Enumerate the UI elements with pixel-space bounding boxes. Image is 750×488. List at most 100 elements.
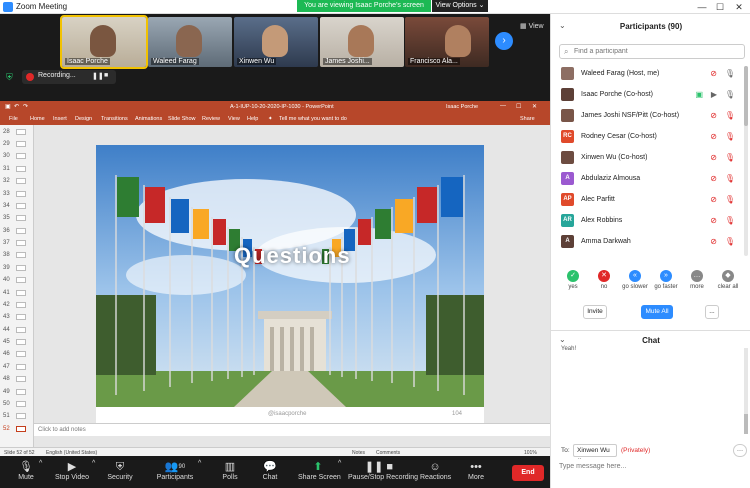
ppt-tab: Design xyxy=(75,116,93,122)
polls-button[interactable]: ▥ Polls xyxy=(218,460,242,486)
participant-name: Alex Robbins xyxy=(581,217,623,224)
participant-row[interactable]: A Abdulaziz Almousa ⊘ 🎙 xyxy=(551,169,743,190)
participant-row[interactable]: Isaac Porche (Co-host) ▣ ▶ 🎙 xyxy=(551,85,743,106)
side-panel: ⌄ Participants (90) ⌕ Waleed Farag (Host… xyxy=(550,14,750,488)
thumbnail: 28 xyxy=(2,128,30,138)
stop-recording-button[interactable]: ■ xyxy=(104,72,108,79)
participant-row[interactable]: James Joshi NSF/Pitt (Co-host) ⊘ 🎙 xyxy=(551,106,743,127)
participant-row[interactable]: Waleed Farag (Host, me) ⊘ 🎙 xyxy=(551,64,743,85)
participant-row[interactable]: RC Rodney Cesar (Co-host) ⊘ 🎙 xyxy=(551,127,743,148)
view-options-button[interactable]: View Options ⌄ xyxy=(432,0,488,12)
ppt-user: Isaac Porche xyxy=(446,104,479,110)
video-tile[interactable]: Waleed Farag xyxy=(148,17,232,67)
invite-button[interactable]: Invite xyxy=(583,305,607,319)
participants-caret-icon[interactable]: ^ xyxy=(198,460,201,486)
thumbnail: 29 xyxy=(2,140,30,150)
thumbnail: 37 xyxy=(2,239,30,249)
participant-search: ⌕ xyxy=(559,44,745,59)
mute-button[interactable]: 🎙 Mute xyxy=(12,460,40,486)
participant-face xyxy=(348,25,374,57)
participant-name: James Joshi NSF/Pitt (Co-host) xyxy=(581,112,680,119)
chat-header: ⌄ Chat xyxy=(551,330,750,346)
video-off-icon: ⊘ xyxy=(710,69,717,78)
security-button[interactable]: ⛨ Security xyxy=(104,460,136,486)
participant-name: Alec Parfitt xyxy=(581,196,615,203)
avatar: A xyxy=(561,235,574,248)
video-tile[interactable]: Isaac Porche xyxy=(60,15,148,69)
tile-name: Isaac Porche xyxy=(65,58,110,65)
maximize-button[interactable]: ☐ xyxy=(712,0,728,14)
reaction-go-slower-button[interactable]: « go slower xyxy=(621,270,649,290)
mute-all-button[interactable]: Mute All xyxy=(641,305,673,319)
thumbnail: 43 xyxy=(2,313,30,323)
participant-search-input[interactable] xyxy=(574,46,742,57)
shield-icon[interactable]: ⛨ xyxy=(6,72,16,82)
participant-row[interactable]: AP Alec Parfitt ⊘ 🎙 xyxy=(551,190,743,211)
video-caret-icon[interactable]: ^ xyxy=(92,460,95,486)
thumbnail: 39 xyxy=(2,264,30,274)
lightbulb-icon: ✦ xyxy=(268,116,273,122)
participant-row[interactable]: AR Alex Robbins ⊘ 🎙 xyxy=(551,211,743,232)
chat-more-button[interactable]: … xyxy=(733,444,747,457)
slide-headline: Questions xyxy=(234,243,351,268)
eraser-icon: ◆ xyxy=(722,270,734,282)
shared-screen-powerpoint[interactable]: ▣ ↶ ↷ A-1-IUP-10-20-2020-IP-1030 - Power… xyxy=(0,101,550,469)
share-caret-icon[interactable]: ^ xyxy=(338,460,341,486)
tile-name: James Joshi... xyxy=(323,58,372,65)
ppt-title-bar: ▣ ↶ ↷ A-1-IUP-10-20-2020-IP-1030 - Power… xyxy=(0,101,550,113)
video-off-icon: ⊘ xyxy=(710,111,717,120)
fast-forward-icon: » xyxy=(660,270,672,282)
reaction-more-button[interactable]: … more xyxy=(683,270,711,290)
participant-row[interactable]: A Amma Darkwah ⊘ 🎙 xyxy=(551,232,743,253)
mute-caret-icon[interactable]: ^ xyxy=(39,460,42,486)
view-button[interactable]: ▦ View xyxy=(520,22,544,30)
video-tile[interactable]: Francisco Ala... xyxy=(405,17,489,67)
thumbnail: 51 xyxy=(2,412,30,422)
recipient-select[interactable]: Xinwen Wu ⌄ xyxy=(573,444,617,462)
pause-stop-icon: ❚❚ ■ xyxy=(364,461,394,473)
mic-muted-icon: 🎙 xyxy=(724,174,735,183)
mic-muted-icon: 🎙 xyxy=(724,111,735,120)
chat-scrollbar[interactable] xyxy=(744,348,748,434)
ppt-tab: Transitions xyxy=(101,116,128,122)
pause-stop-recording-button[interactable]: ❚❚ ■ Pause/Stop Recording xyxy=(348,460,418,486)
chat-button[interactable]: 💬 Chat xyxy=(258,460,282,486)
reaction-go-faster-button[interactable]: » go faster xyxy=(652,270,680,290)
participants-button[interactable]: 👥90 Participants xyxy=(154,460,196,486)
ppt-tab: Home xyxy=(30,116,45,122)
recording-label: Recording... xyxy=(38,72,76,79)
thumbnail: 34 xyxy=(2,202,30,212)
video-tile[interactable]: James Joshi... xyxy=(320,17,404,67)
participant-name: Abdulaziz Almousa xyxy=(581,175,641,182)
close-button[interactable]: ✕ xyxy=(731,0,747,14)
end-meeting-button[interactable]: End xyxy=(512,465,544,481)
thumbnail: 30 xyxy=(2,152,30,162)
participant-name: Rodney Cesar (Co-host) xyxy=(581,133,657,140)
more-options-button[interactable]: ... xyxy=(705,305,719,319)
video-off-icon: ⊘ xyxy=(710,195,717,204)
participants-header: ⌄ Participants (90) xyxy=(551,14,750,38)
participant-scrollbar[interactable] xyxy=(744,66,748,256)
pause-recording-button[interactable]: ❚❚ xyxy=(92,72,104,80)
participants-title: Participants (90) xyxy=(619,22,683,31)
participant-row[interactable]: Xinwen Wu (Co-host) ⊘ 🎙 xyxy=(551,148,743,169)
tile-name: Francisco Ala... xyxy=(408,58,460,65)
stop-video-button[interactable]: ▶ Stop Video xyxy=(52,460,92,486)
thumbnail: 41 xyxy=(2,289,30,299)
minimize-button[interactable]: — xyxy=(694,0,710,14)
screen-share-icon: ▣ xyxy=(695,90,703,99)
meeting-toolbar: 🎙 Mute ^ ▶ Stop Video ^ ⛨ Security 👥90 P… xyxy=(0,456,550,488)
share-screen-button[interactable]: ⬆ Share Screen xyxy=(298,460,341,486)
video-tile[interactable]: Xinwen Wu xyxy=(234,17,318,67)
ppt-tab: Animations xyxy=(135,116,163,122)
avatar: A xyxy=(561,172,574,185)
next-page-button[interactable]: › xyxy=(495,32,513,50)
zoom-app-icon xyxy=(3,2,13,12)
reaction-clear-all-button[interactable]: ◆ clear all xyxy=(714,270,742,290)
more-button[interactable]: ••• More xyxy=(464,460,488,486)
reaction-yes-button[interactable]: ✓ yes xyxy=(559,270,587,290)
reaction-no-button[interactable]: ✕ no xyxy=(590,270,618,290)
reactions-button[interactable]: ☺ Reactions xyxy=(420,460,451,486)
chat-message-input[interactable] xyxy=(559,459,745,473)
ppt-ribbon-tabs: File Home Insert Design Transitions Anim… xyxy=(0,113,550,125)
